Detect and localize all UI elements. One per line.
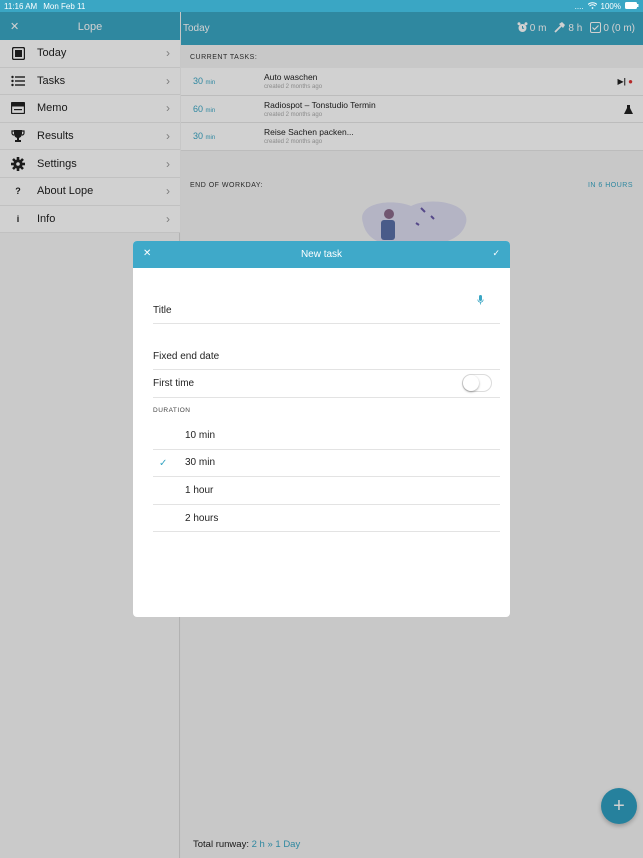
checkmark-icon: ✓ [159,457,168,469]
first-time-row: First time [153,370,500,398]
fixed-end-date-field[interactable]: Fixed end date [153,344,500,370]
battery-percent: 100% [600,1,621,11]
option-label: 10 min [185,429,216,441]
wifi-icon [587,1,597,11]
dialog-title: New task [300,249,343,260]
first-time-label: First time [153,378,195,389]
status-date: Mon Feb 11 [43,1,86,11]
duration-option[interactable]: 2 hours [153,505,500,533]
new-task-dialog: ✕ New task ✓ Title Fixed end date First … [133,241,510,617]
microphone-icon[interactable] [477,295,484,308]
duration-options: 10 min ✓ 30 min 1 hour 2 hours [153,422,500,533]
confirm-check-icon[interactable]: ✓ [492,248,500,259]
battery-icon [625,1,639,11]
toggle-knob [463,375,479,391]
duration-label: DURATION [153,407,191,414]
status-right: .... 100% [574,1,639,11]
signal-icon: .... [574,1,584,11]
title-field-label: Title [153,305,172,316]
close-icon[interactable]: ✕ [143,248,151,259]
first-time-toggle[interactable] [462,374,492,392]
status-bar: 11:16 AM Mon Feb 11 .... 100% [0,0,643,12]
dialog-header: ✕ New task ✓ [133,241,510,268]
fixed-end-date-label: Fixed end date [153,351,220,362]
title-field[interactable]: Title [153,291,500,324]
duration-option-selected[interactable]: ✓ 30 min [153,450,500,478]
status-time: 11:16 AM [4,1,38,11]
option-label: 1 hour [185,484,214,496]
duration-option[interactable]: 10 min [153,422,500,450]
option-label: 2 hours [185,512,219,524]
option-label: 30 min [185,457,216,469]
duration-option[interactable]: 1 hour [153,477,500,505]
